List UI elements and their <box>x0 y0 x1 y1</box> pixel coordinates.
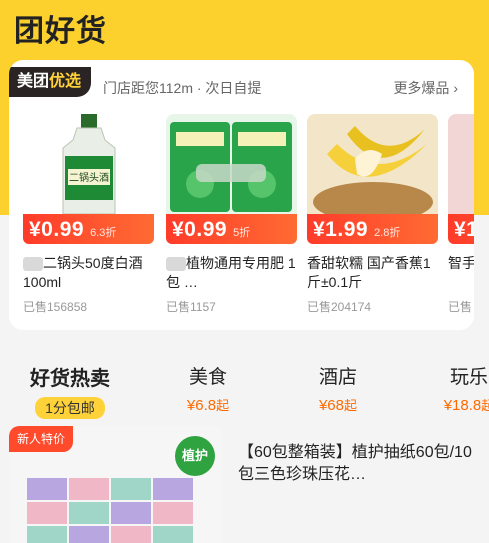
sold-count: 已售 <box>448 300 473 314</box>
brand-logo: 植护 <box>175 436 215 476</box>
product-discount: 2.8折 <box>374 227 401 239</box>
recommend-product-card[interactable]: 新人特价 植护 <box>9 426 223 543</box>
free-shipping-badge: 1分包邮 <box>35 397 105 419</box>
blurred-text <box>166 257 186 272</box>
product-price: ¥1 <box>454 218 474 241</box>
product-card-banana[interactable]: ¥1.99 2.8折 香甜软糯 国产香蕉1斤±0.1斤 已售204174 <box>307 114 438 315</box>
price-bar: ¥1.99 2.8折 <box>307 214 438 244</box>
category-jiudian[interactable]: 酒店 ¥68起 <box>300 362 376 414</box>
product-card-baijiu[interactable]: 二锅头酒 ¥0.99 6.3折 二锅头50度白酒100ml 已售156858 <box>23 114 154 315</box>
category-haohuo-remai[interactable]: 好货热卖 1分包邮 <box>22 362 118 419</box>
product-title: 智手20 <box>448 255 474 271</box>
meituan-youxuan-card[interactable]: 美团优选 门店距您112m · 次日自提 更多爆品 › 二锅头酒 ¥0.99 6… <box>9 60 474 330</box>
new-user-special-badge: 新人特价 <box>9 426 74 452</box>
category-row: 好货热卖 1分包邮 美食 ¥6.8起 酒店 ¥68起 玩乐 ¥18.8起 <box>0 362 489 419</box>
product-title: 香甜软糯 国产香蕉1斤±0.1斤 <box>307 255 431 290</box>
category-price: ¥18.8起 <box>443 397 489 414</box>
product-image-partial <box>448 114 474 214</box>
meituan-youxuan-badge: 美团优选 <box>9 67 92 97</box>
brand-name-part2: 优选 <box>49 73 82 90</box>
blurred-text <box>23 257 43 272</box>
product-image-baijiu: 二锅头酒 <box>23 114 154 214</box>
category-price: ¥6.8起 <box>186 397 230 414</box>
category-wanle[interactable]: 玩乐 ¥18.8起 <box>434 362 489 414</box>
sold-count: 已售156858 <box>23 300 88 314</box>
category-meishi[interactable]: 美食 ¥6.8起 <box>168 362 248 414</box>
product-image-fertilizer <box>166 114 297 214</box>
sold-count: 已售204174 <box>307 300 372 314</box>
store-distance-info: 门店距您112m · 次日自提 <box>103 80 262 96</box>
product-card-fertilizer[interactable]: ¥0.99 5折 植物通用专用肥 1包 … 已售1157 <box>166 114 297 315</box>
category-name: 酒店 <box>318 367 357 388</box>
product-title: 二锅头50度白酒100ml <box>23 255 143 290</box>
price-bar: ¥1 <box>448 214 474 244</box>
svg-text:二锅头酒: 二锅头酒 <box>69 172 109 184</box>
category-price: ¥68起 <box>318 397 358 414</box>
product-discount: 6.3折 <box>90 227 117 239</box>
product-card-partial[interactable]: ¥1 智手20 已售 <box>448 114 474 315</box>
product-price: ¥1.99 <box>313 218 369 241</box>
product-discount: 5折 <box>233 227 251 239</box>
category-name: 美食 <box>188 367 227 388</box>
brand-name-part1: 美团 <box>17 73 50 90</box>
sold-count: 已售1157 <box>166 300 216 314</box>
more-hot-items-link[interactable]: 更多爆品 › <box>393 78 458 98</box>
product-price: ¥0.99 <box>29 218 85 241</box>
product-image-banana <box>307 114 438 214</box>
category-name: 玩乐 <box>449 367 488 388</box>
recommend-product-title[interactable]: 【60包整箱装】植护抽纸60包/10包三色珍珠压花… <box>238 442 478 486</box>
price-bar: ¥0.99 5折 <box>166 214 297 244</box>
price-bar: ¥0.99 6.3折 <box>23 214 154 244</box>
product-title: 植物通用专用肥 1包 … <box>166 255 296 290</box>
page-title: 团好货 <box>14 15 107 48</box>
product-price: ¥0.99 <box>172 218 228 241</box>
category-name: 好货热卖 <box>30 368 110 390</box>
